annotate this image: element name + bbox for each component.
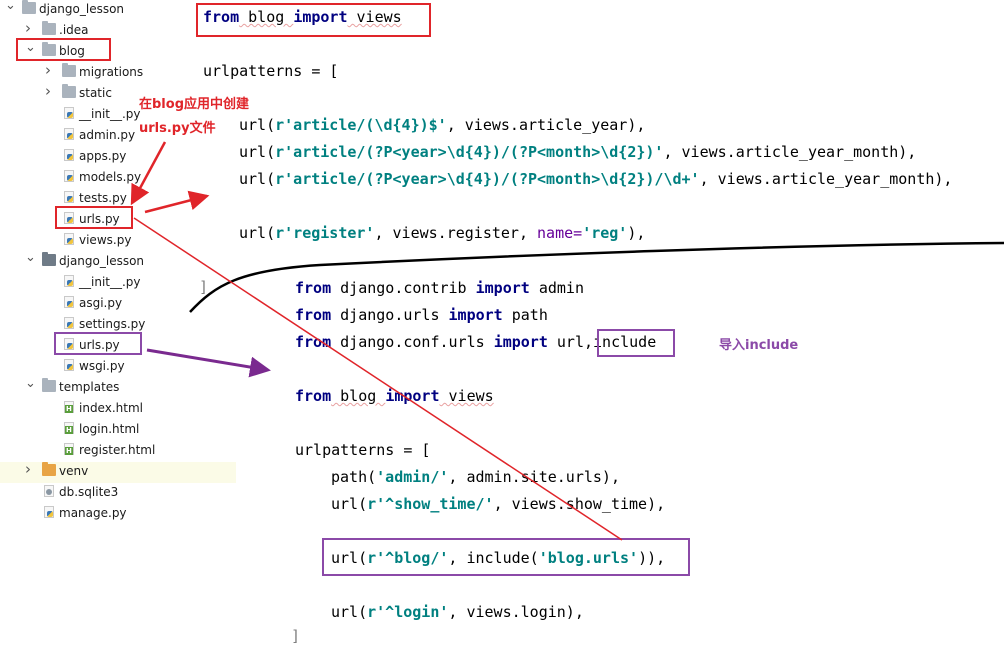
tree-item-db-sqlite3[interactable]: db.sqlite3 bbox=[0, 483, 236, 504]
tree-item-label: login.html bbox=[79, 422, 140, 436]
chevron-down-icon[interactable]: ⌄ bbox=[25, 249, 36, 265]
tree-item-label: django_lesson bbox=[39, 2, 125, 16]
tree-item-label: views.py bbox=[79, 233, 132, 247]
chevron-right-icon[interactable]: › bbox=[25, 461, 35, 478]
tree-item-index-html[interactable]: index.html bbox=[0, 399, 236, 420]
chevron-right-icon[interactable]: › bbox=[45, 83, 55, 100]
tree-item-apps-py[interactable]: apps.py bbox=[0, 147, 236, 168]
tree-item-label: models.py bbox=[79, 170, 142, 184]
tree-item-label: django_lesson bbox=[59, 254, 145, 268]
tree-item-label: migrations bbox=[79, 65, 144, 79]
project-url-login: url(r'^login', views.login), bbox=[331, 603, 584, 621]
python-file-icon bbox=[64, 296, 74, 308]
annotation-note-include: 导入include bbox=[719, 338, 799, 353]
project-urlpatterns-close: ] bbox=[291, 627, 301, 645]
annotation-box-include bbox=[597, 329, 675, 357]
python-file-icon bbox=[44, 506, 54, 518]
project-url-show-time: url(r'^show_time/', views.show_time), bbox=[331, 495, 666, 513]
folder-icon bbox=[42, 462, 56, 476]
tree-item-models-py[interactable]: models.py bbox=[0, 168, 236, 189]
python-file-icon bbox=[64, 149, 74, 161]
tree-item-views-py[interactable]: views.py bbox=[0, 231, 236, 252]
blog-urlpatterns-close: ] bbox=[199, 278, 209, 296]
python-file-icon bbox=[64, 275, 74, 287]
html-file-icon bbox=[64, 443, 74, 455]
blog-url-article-year: url(r'article/(\d{4})$', views.article_y… bbox=[239, 116, 646, 134]
python-file-icon bbox=[64, 359, 74, 371]
html-file-icon bbox=[64, 422, 74, 434]
tree-item-login-html[interactable]: login.html bbox=[0, 420, 236, 441]
tree-item-label: db.sqlite3 bbox=[59, 485, 119, 499]
tree-item-wsgi-py[interactable]: wsgi.py bbox=[0, 357, 236, 378]
tree-item-manage-py[interactable]: manage.py bbox=[0, 504, 236, 525]
tree-item-django-lesson[interactable]: ⌄ django_lesson bbox=[0, 249, 236, 273]
tree-item-label: .idea bbox=[59, 23, 89, 37]
annotation-note-create-2: urls.py文件 bbox=[139, 121, 216, 136]
tree-item-label: manage.py bbox=[59, 506, 127, 520]
blog-urlpatterns-open: urlpatterns = [ bbox=[203, 62, 339, 80]
blog-url-article-detail: url(r'article/(?P<year>\d{4})/(?P<month>… bbox=[239, 170, 953, 188]
tree-item-register-html[interactable]: register.html bbox=[0, 441, 236, 462]
html-file-icon bbox=[64, 401, 74, 413]
blog-url-register: url(r'register', views.register, name='r… bbox=[239, 224, 646, 242]
python-file-icon bbox=[64, 191, 74, 203]
tree-item-label: venv bbox=[59, 464, 89, 478]
folder-icon bbox=[42, 378, 56, 392]
project-import-views: from blog import views bbox=[295, 387, 494, 405]
chevron-right-icon[interactable]: › bbox=[45, 62, 55, 79]
project-import-admin: from django.contrib import admin bbox=[295, 278, 584, 298]
python-file-icon bbox=[64, 317, 74, 329]
blog-url-article-year-month: url(r'article/(?P<year>\d{4})/(?P<month>… bbox=[239, 143, 917, 161]
annotation-box-blog-folder bbox=[16, 38, 111, 61]
chevron-right-icon[interactable]: › bbox=[25, 20, 35, 37]
tree-item-label: settings.py bbox=[79, 317, 146, 331]
tree-item-venv[interactable]: › venv bbox=[0, 461, 236, 483]
tree-item-asgi-py[interactable]: asgi.py bbox=[0, 294, 236, 315]
database-file-icon bbox=[44, 485, 54, 497]
chevron-down-icon[interactable]: ⌄ bbox=[25, 375, 36, 391]
python-file-icon bbox=[64, 107, 74, 119]
tree-item-label: __init__.py bbox=[79, 275, 141, 289]
annotation-box-blog-include bbox=[322, 538, 690, 576]
project-import-path: from django.urls import path bbox=[295, 306, 548, 324]
tree-item-migrations[interactable]: › migrations bbox=[0, 62, 236, 84]
project-path-admin: path('admin/', admin.site.urls), bbox=[331, 468, 620, 486]
tree-item-templates[interactable]: ⌄ templates bbox=[0, 375, 236, 399]
annotation-box-project-urls bbox=[54, 332, 142, 355]
tree-item-label: __init__.py bbox=[79, 107, 141, 121]
tree-item-label: index.html bbox=[79, 401, 143, 415]
folder-icon bbox=[42, 252, 56, 266]
folder-icon bbox=[62, 84, 76, 98]
tree-item-label: static bbox=[79, 86, 112, 100]
python-file-icon bbox=[64, 170, 74, 182]
folder-icon bbox=[62, 63, 76, 77]
python-file-icon bbox=[64, 233, 74, 245]
chevron-down-icon[interactable]: ⌄ bbox=[5, 0, 16, 13]
annotation-box-import-views bbox=[196, 3, 431, 37]
tree-item-label: apps.py bbox=[79, 149, 127, 163]
annotation-box-blog-urls bbox=[55, 206, 133, 229]
project-urlpatterns-open: urlpatterns = [ bbox=[295, 441, 431, 459]
tree-item-label: tests.py bbox=[79, 191, 127, 205]
tree-item-label: register.html bbox=[79, 443, 156, 457]
python-file-icon bbox=[64, 128, 74, 140]
tree-item-label: templates bbox=[59, 380, 120, 394]
folder-icon bbox=[22, 0, 36, 14]
annotation-note-create-1: 在blog应用中创建 bbox=[139, 97, 249, 112]
tree-item-label: wsgi.py bbox=[79, 359, 125, 373]
tree-item-label: asgi.py bbox=[79, 296, 123, 310]
tree-item-label: admin.py bbox=[79, 128, 136, 142]
folder-icon bbox=[42, 21, 56, 35]
